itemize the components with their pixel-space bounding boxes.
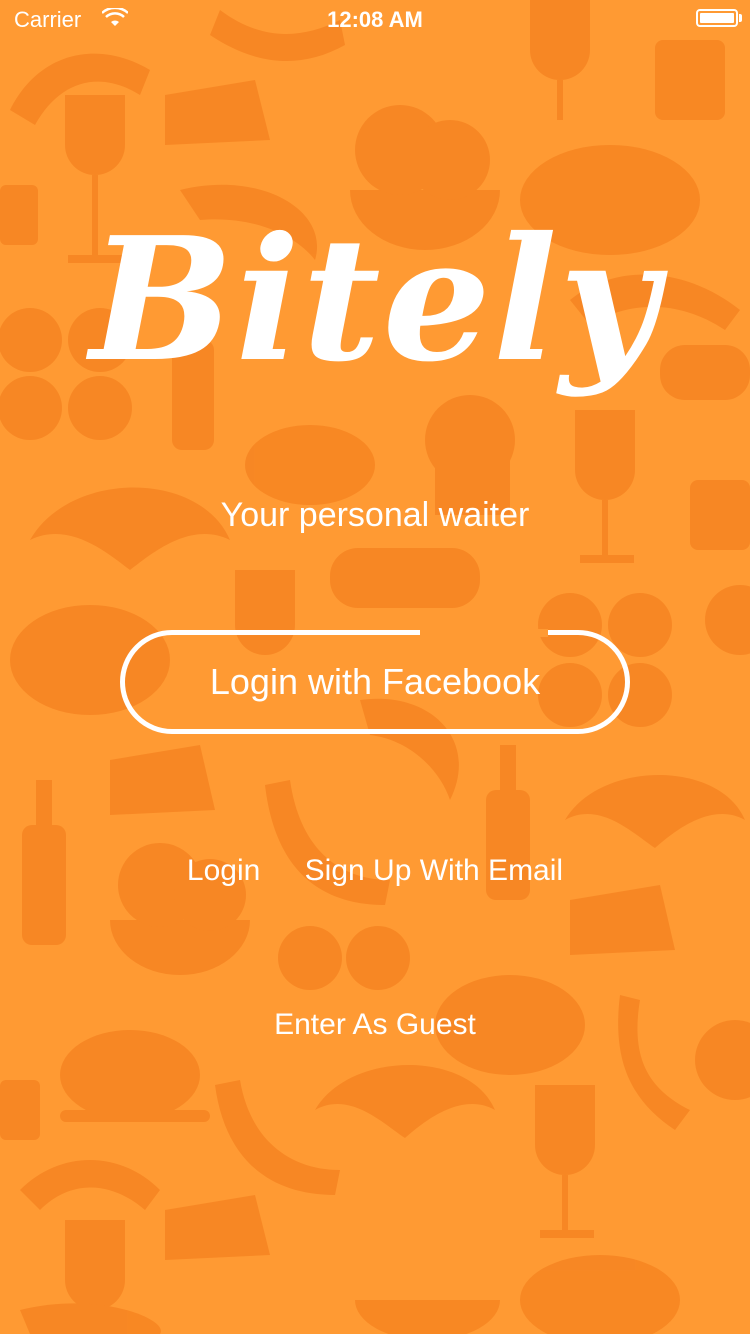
app-logo: Bitely <box>89 200 661 400</box>
battery-icon <box>696 9 738 27</box>
tagline: Your personal waiter <box>220 496 530 534</box>
battery-tip <box>739 14 742 22</box>
sign-up-with-email-link[interactable]: Sign Up With Email <box>305 854 563 888</box>
auth-links: Login Sign Up With Email <box>0 854 750 888</box>
button-border-gap <box>420 629 548 637</box>
login-link[interactable]: Login <box>187 854 260 888</box>
enter-as-guest-link[interactable]: Enter As Guest <box>0 1008 750 1042</box>
status-bar: Carrier 12:08 AM <box>0 0 750 40</box>
login-with-facebook-label: Login with Facebook <box>209 661 541 702</box>
clock: 12:08 AM <box>327 7 423 32</box>
login-with-facebook-button[interactable]: Login with Facebook <box>120 629 630 734</box>
